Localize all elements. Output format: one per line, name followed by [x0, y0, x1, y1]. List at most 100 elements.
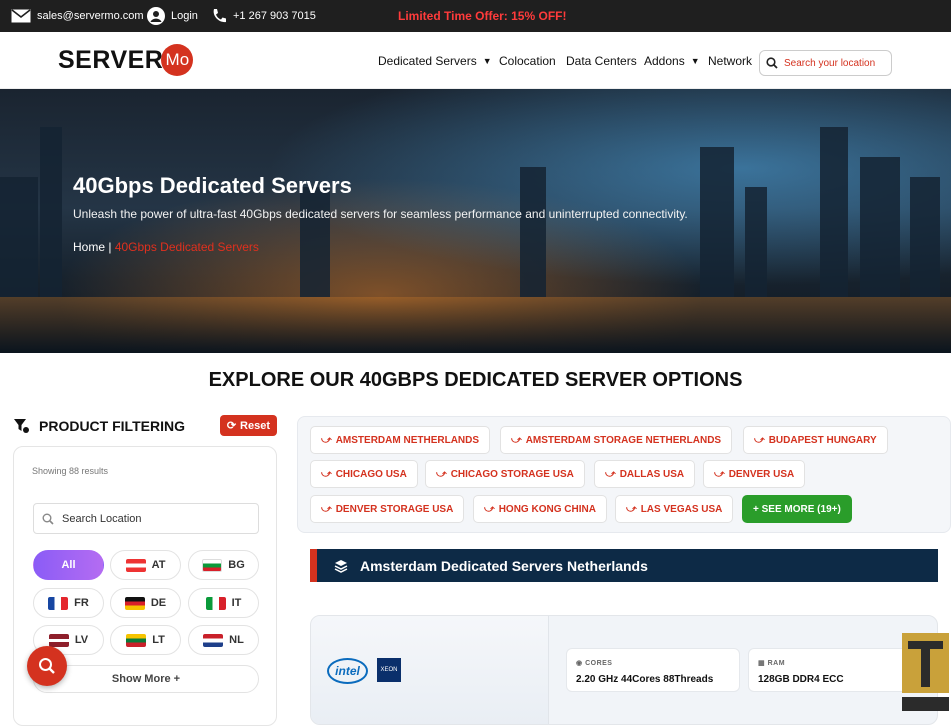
italy-flag-icon [205, 596, 226, 610]
spec-value: 128GB DDR4 ECC [758, 674, 844, 685]
chip-fr[interactable]: FR [33, 588, 104, 618]
nav-label: Network [708, 54, 753, 68]
bulgaria-flag-icon [202, 558, 223, 572]
tag-budapest[interactable]: ⤻ BUDAPEST HUNGARY [743, 426, 888, 454]
server-card: intel XEON ◉ CORES 2.20 GHz 44Cores 88Th… [310, 615, 938, 725]
page-title: 40Gbps Dedicated Servers [73, 173, 352, 198]
watermark-logo [902, 633, 949, 711]
tag-label: AMSTERDAM STORAGE NETHERLANDS [525, 434, 722, 446]
tag-label: LAS VEGAS USA [640, 503, 723, 515]
austria-flag-icon [125, 558, 146, 572]
chip-label: NL [229, 634, 244, 646]
see-more-button[interactable]: + SEE MORE (19+) [742, 495, 852, 523]
arrow-down-icon: ⤻ [484, 503, 495, 515]
arrow-down-icon: ⤻ [436, 468, 447, 480]
logo-badge: Mo [161, 44, 194, 76]
nav-addons[interactable]: Addons ▼ [644, 54, 700, 68]
site-header: SERVER Mo Dedicated Servers ▼ Colocation… [0, 32, 951, 89]
location-banner-title: Amsterdam Dedicated Servers Netherlands [360, 557, 648, 574]
tag-amsterdam[interactable]: ⤻ AMSTERDAM NETHERLANDS [310, 426, 491, 454]
arrow-down-icon: ⤻ [754, 434, 765, 446]
hero-subtitle: Unleash the power of ultra-fast 40Gbps d… [73, 207, 688, 221]
breadcrumb-home[interactable]: Home | [73, 240, 111, 254]
server-card-brand: intel XEON [311, 616, 549, 724]
tag-chicago[interactable]: ⤻ CHICAGO USA [310, 460, 418, 488]
tag-chicago-storage[interactable]: ⤻ CHICAGO STORAGE USA [425, 460, 585, 488]
filter-search-box[interactable] [33, 503, 259, 534]
nav-dedicated-servers[interactable]: Dedicated Servers ▼ [378, 54, 492, 68]
tag-amsterdam-storage[interactable]: ⤻ AMSTERDAM STORAGE NETHERLANDS [500, 426, 733, 454]
chip-de[interactable]: DE [110, 588, 181, 618]
login-link[interactable]: Login [147, 0, 198, 32]
nav-label: Data Centers [566, 54, 637, 68]
spec-cores: ◉ CORES 2.20 GHz 44Cores 88Threads [566, 648, 740, 692]
lithuania-flag-icon [126, 633, 147, 647]
filter-icon [14, 419, 29, 433]
spec-value: 2.20 GHz 44Cores 88Threads [576, 674, 714, 685]
tag-denver-storage[interactable]: ⤻ DENVER STORAGE USA [310, 495, 465, 523]
tag-label: HONG KONG CHINA [498, 503, 596, 515]
location-search-input[interactable] [784, 57, 888, 69]
user-icon [147, 7, 165, 25]
offer-text[interactable]: Limited Time Offer: 15% OFF! [398, 0, 566, 32]
location-search-box[interactable] [759, 50, 892, 76]
hero-banner: 40Gbps Dedicated Servers Unleash the pow… [0, 89, 951, 353]
nav-network[interactable]: Network [708, 54, 752, 68]
results-count: Showing 88 results [32, 466, 109, 476]
chip-label: LV [74, 634, 89, 646]
nav-label: Addons [644, 54, 685, 68]
tag-label: DALLAS USA [619, 468, 685, 480]
caret-down-icon: ▼ [482, 56, 492, 66]
search-icon [39, 658, 55, 674]
show-more-button[interactable]: Show More + [33, 665, 259, 693]
netherlands-flag-icon [203, 633, 224, 647]
tag-dallas[interactable]: ⤻ DALLAS USA [594, 460, 696, 488]
nav-colocation[interactable]: Colocation [499, 54, 556, 68]
arrow-down-icon: ⤻ [511, 434, 522, 446]
phone-link[interactable]: +1 267 903 7015 [211, 0, 316, 32]
chip-label: FR [74, 597, 89, 609]
reset-button[interactable]: ⟳ Reset [219, 415, 277, 436]
tag-label: CHICAGO USA [335, 468, 407, 480]
xeon-badge: XEON [377, 658, 401, 682]
tag-label: DENVER STORAGE USA [335, 503, 454, 515]
floating-search-button[interactable] [27, 646, 67, 686]
chip-bg[interactable]: BG [188, 550, 259, 580]
envelope-icon [11, 9, 31, 23]
chip-lt[interactable]: LT [110, 625, 181, 655]
search-icon [766, 57, 778, 69]
intel-logo: intel [327, 658, 368, 684]
chip-label: AT [151, 559, 166, 571]
chip-at[interactable]: AT [110, 550, 181, 580]
latvia-flag-icon [48, 633, 69, 647]
chip-it[interactable]: IT [188, 588, 259, 618]
logo-word: SERVER [58, 45, 164, 74]
top-bar: sales@servermo.com Login +1 267 903 7015… [0, 0, 951, 32]
tag-label: AMSTERDAM NETHERLANDS [335, 434, 480, 446]
filter-search-input[interactable] [62, 512, 242, 525]
login-text: Login [171, 10, 198, 22]
nav-label: Dedicated Servers [378, 54, 477, 68]
arrow-down-icon: ⤻ [321, 434, 332, 446]
location-tags-panel: ⤻ AMSTERDAM NETHERLANDS ⤻ AMSTERDAM STORAG… [297, 416, 951, 533]
spec-ram: ▦ RAM 128GB DDR4 ECC [748, 648, 922, 692]
tag-denver[interactable]: ⤻ DENVER USA [703, 460, 806, 488]
chip-label: DE [150, 597, 167, 609]
phone-text: +1 267 903 7015 [233, 10, 316, 22]
tag-hong-kong[interactable]: ⤻ HONG KONG CHINA [473, 495, 607, 523]
chip-nl[interactable]: NL [188, 625, 259, 655]
arrow-down-icon: ⤻ [605, 468, 616, 480]
chip-label: LT [152, 634, 165, 646]
nav-data-centers[interactable]: Data Centers [566, 54, 637, 68]
filter-header: PRODUCT FILTERING ⟳ Reset [13, 415, 277, 437]
arrow-down-icon: ⤻ [626, 503, 637, 515]
email-text: sales@servermo.com [37, 10, 144, 22]
email-link[interactable]: sales@servermo.com [11, 0, 144, 32]
breadcrumb-current: 40Gbps Dedicated Servers [114, 240, 259, 254]
tag-las-vegas[interactable]: ⤻ LAS VEGAS USA [615, 495, 734, 523]
stack-icon [334, 559, 348, 573]
arrow-down-icon: ⤻ [714, 468, 725, 480]
logo[interactable]: SERVER Mo [58, 43, 194, 77]
memory-icon: ▦ [758, 660, 766, 667]
chip-all[interactable]: All [33, 550, 104, 580]
